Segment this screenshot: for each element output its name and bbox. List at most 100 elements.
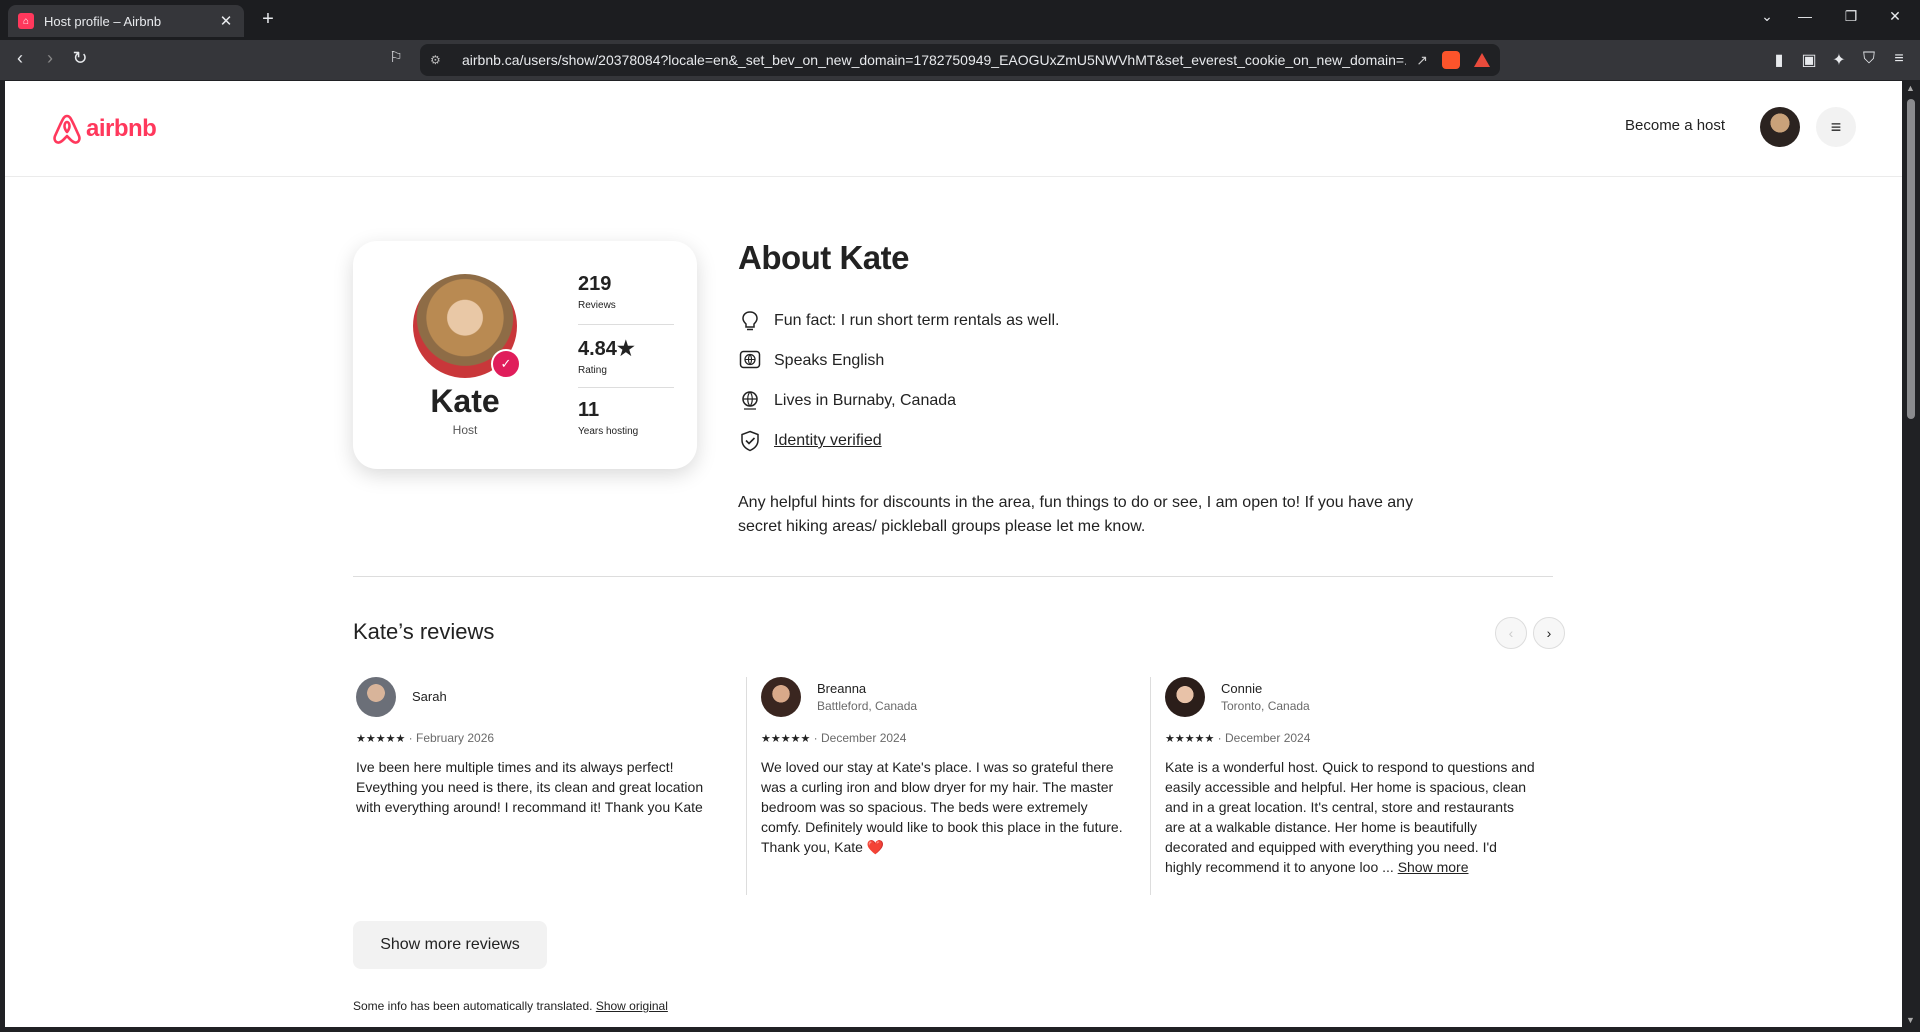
profile-card: ✓ Kate Host 219 Reviews 4.84★ Rating 11 … [353, 241, 697, 469]
host-bio: Any helpful hints for discounts in the a… [738, 494, 1414, 535]
tab-title: Host profile – Airbnb [44, 13, 162, 29]
back-icon[interactable]: ‹ [8, 48, 32, 69]
brave-rewards-icon[interactable] [1474, 53, 1490, 67]
address-bar[interactable]: ⚙ airbnb.ca/users/show/20378084?locale=e… [420, 44, 1500, 76]
browser-tab-bar: ⌂ Host profile – Airbnb ✕ + ⌄ — ❐ ✕ [0, 0, 1920, 40]
brave-shields-icon[interactable] [1442, 51, 1460, 69]
stat-value: 4.84★ [578, 338, 635, 360]
reviews-prev-button[interactable]: ‹ [1495, 617, 1527, 649]
user-avatar[interactable] [1760, 107, 1800, 147]
fact-language: Speaks English [738, 349, 884, 373]
meta-separator: · [408, 731, 416, 745]
stat-label: Years hosting [578, 426, 639, 437]
fact-text: Fun fact: I run short term rentals as we… [774, 312, 1060, 329]
reviewer-name: Connie [1221, 681, 1263, 696]
airbnb-logo-icon [53, 114, 81, 144]
identity-verified-link[interactable]: Identity verified [774, 432, 882, 450]
vpn-icon[interactable]: ⛉ [1858, 50, 1880, 68]
review-date: February 2026 [416, 731, 495, 745]
url-text: airbnb.ca/users/show/20378084?locale=en&… [462, 52, 1407, 68]
fact-identity[interactable]: Identity verified [738, 429, 882, 453]
globe-icon [738, 389, 762, 413]
reviews-next-button[interactable]: › [1533, 617, 1565, 649]
restore-icon[interactable]: ❐ [1836, 8, 1866, 25]
page-scrollbar[interactable]: ▲ ▼ [1902, 81, 1920, 1027]
stat-divider [578, 387, 674, 388]
reviewer-name: Sarah [412, 689, 447, 704]
page-viewport: airbnb Become a host ≡ ✓ Kate Host 219 R… [5, 81, 1902, 1027]
stat-divider [578, 324, 674, 325]
sidebar-icon[interactable]: ▮ [1768, 50, 1790, 70]
reviewer-avatar[interactable] [356, 677, 396, 717]
site-header: airbnb Become a host ≡ [5, 81, 1902, 177]
logo-wordmark: airbnb [86, 115, 157, 142]
fact-text: Speaks English [774, 352, 885, 369]
fact-location: Lives in Burnaby, Canada [738, 389, 956, 413]
host-role: Host [452, 423, 478, 437]
translation-note: Some info has been automatically transla… [353, 999, 668, 1013]
scrollbar-thumb[interactable] [1907, 99, 1915, 419]
rating-stars: ★★★★★ [1165, 733, 1215, 745]
become-host-link[interactable]: Become a host [1625, 117, 1725, 134]
tab-search-icon[interactable]: ⌄ [1752, 8, 1782, 25]
minimize-icon[interactable]: — [1790, 8, 1820, 24]
wallet-icon[interactable]: ▣ [1798, 50, 1820, 70]
airbnb-logo[interactable]: airbnb [52, 113, 157, 145]
airbnb-favicon-icon: ⌂ [18, 13, 34, 29]
stat-label: Rating [578, 365, 607, 376]
section-divider [353, 576, 1553, 577]
review-divider [746, 677, 747, 895]
new-tab-button[interactable]: + [256, 8, 280, 31]
host-name: Kate [430, 383, 500, 419]
rating-stars: ★★★★★ [356, 733, 406, 745]
fact-fun: Fun fact: I run short term rentals as we… [738, 309, 1059, 333]
review-divider [1150, 677, 1151, 895]
lightbulb-icon [738, 309, 762, 333]
reviewer-location: Battleford, Canada [817, 699, 918, 713]
browser-tab[interactable]: ⌂ Host profile – Airbnb ✕ [8, 5, 244, 37]
reload-icon[interactable]: ↻ [68, 48, 92, 69]
stat-value: 219 [578, 273, 612, 295]
reviewer-avatar[interactable] [1165, 677, 1205, 717]
stat-years: 11 Years hosting [578, 399, 674, 437]
show-original-link[interactable]: Show original [596, 999, 668, 1013]
rating-stars: ★★★★★ [761, 733, 811, 745]
review-text: Kate is a wonderful host. Quick to respo… [1165, 757, 1535, 877]
review-text: We loved our stay at Kate's place. I was… [761, 759, 1123, 855]
stat-reviews: 219 Reviews [578, 273, 674, 311]
translation-note-text: Some info has been automatically transla… [353, 999, 593, 1013]
review-meta: ★★★★★ · December 2024 [1165, 731, 1310, 745]
stat-label: Reviews [578, 300, 616, 311]
review-text-body: Kate is a wonderful host. Quick to respo… [1165, 759, 1535, 875]
speech-globe-icon [738, 349, 762, 373]
meta-separator: · [1217, 731, 1225, 745]
review-meta: ★★★★★ · February 2026 [356, 731, 494, 745]
forward-icon[interactable]: › [38, 48, 62, 69]
leo-ai-icon[interactable]: ✦ [1828, 50, 1850, 70]
reviews-title: Kate’s reviews [353, 619, 495, 644]
share-icon[interactable]: ↗ [1416, 52, 1428, 69]
scroll-down-icon[interactable]: ▼ [1906, 1015, 1915, 1025]
show-more-reviews-button[interactable]: Show more reviews [353, 921, 547, 969]
review-date: December 2024 [821, 731, 907, 745]
hamburger-menu-icon[interactable]: ≡ [1816, 107, 1856, 147]
verified-badge-icon: ✓ [491, 349, 521, 379]
window-close-icon[interactable]: ✕ [1880, 8, 1910, 25]
show-more-link[interactable]: Show more [1398, 859, 1469, 875]
browser-nav-bar: ‹ › ↻ ⚐ ⚙ airbnb.ca/users/show/20378084?… [0, 40, 1920, 80]
about-title: About Kate [738, 239, 910, 276]
review-meta: ★★★★★ · December 2024 [761, 731, 906, 745]
reviewer-avatar[interactable] [761, 677, 801, 717]
tab-close-icon[interactable]: ✕ [218, 12, 234, 30]
bookmark-icon[interactable]: ⚐ [384, 48, 408, 66]
scroll-up-icon[interactable]: ▲ [1906, 83, 1915, 93]
stat-rating: 4.84★ Rating [578, 336, 674, 376]
site-settings-icon[interactable]: ⚙ [430, 53, 450, 67]
fact-text: Lives in Burnaby, Canada [774, 392, 957, 409]
stat-value: 11 [578, 399, 600, 421]
browser-menu-icon[interactable]: ≡ [1888, 50, 1910, 68]
reviewer-name: Breanna [817, 681, 867, 696]
review-text: Ive been here multiple times and its alw… [356, 759, 704, 815]
meta-separator: · [813, 731, 821, 745]
review-date: December 2024 [1225, 731, 1311, 745]
